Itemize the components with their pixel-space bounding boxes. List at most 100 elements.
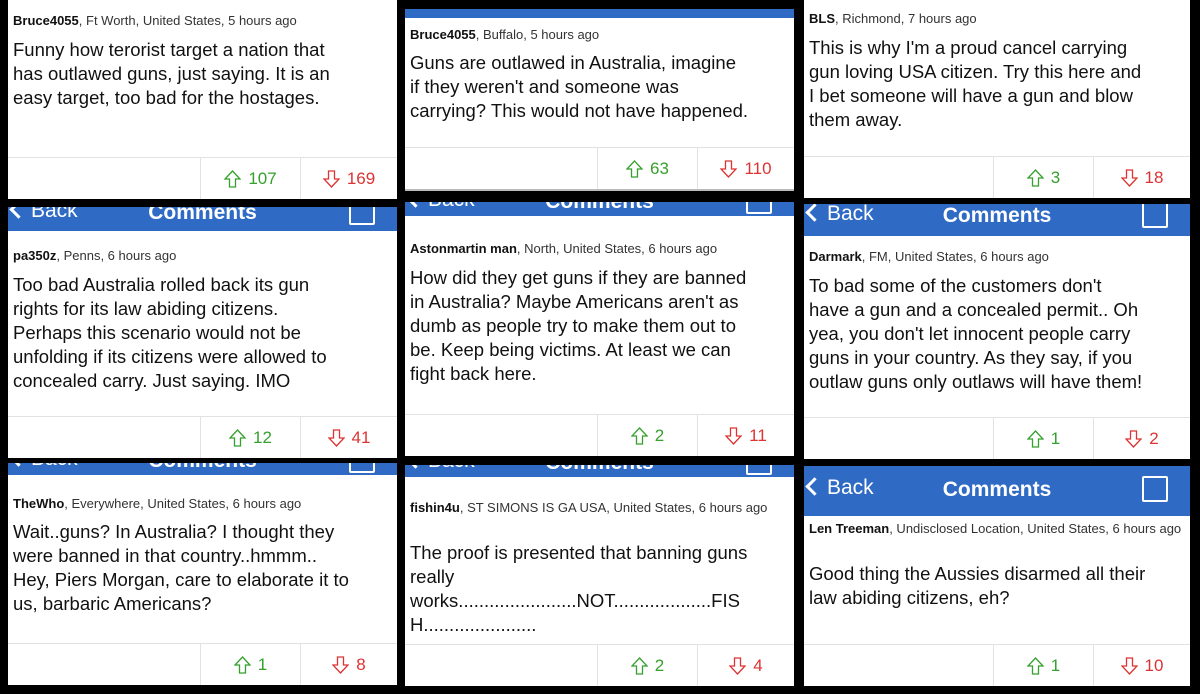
upvote-button[interactable]: 107 — [200, 158, 300, 199]
comment-card-7: Back Comments TheWho, Everywhere, United… — [8, 463, 397, 685]
back-button[interactable]: Back — [805, 476, 874, 500]
comment-text: How did they get guns if they are banned… — [410, 267, 747, 384]
divider — [405, 189, 794, 191]
upvote-button[interactable]: 12 — [200, 417, 300, 458]
compose-icon[interactable] — [746, 202, 772, 214]
arrow-down-icon — [720, 159, 738, 178]
back-button[interactable]: Back — [805, 204, 874, 226]
nav-title: Comments — [148, 463, 257, 473]
downvote-button[interactable]: 2 — [1093, 418, 1190, 459]
comment-username[interactable]: Bruce4055 — [410, 27, 476, 42]
navbar: Back Comments — [405, 465, 794, 477]
arrow-up-icon — [630, 656, 648, 675]
comment-username[interactable]: Len Treeman — [809, 521, 889, 536]
comment-card-2: Bruce4055, Buffalo, 5 hours ago Guns are… — [405, 9, 794, 191]
compose-icon[interactable] — [1142, 204, 1168, 228]
upvote-button[interactable]: 2 — [597, 645, 697, 686]
compose-icon[interactable] — [349, 463, 375, 473]
comment-meta: Bruce4055, Buffalo, 5 hours ago — [410, 27, 600, 42]
arrow-up-icon — [1026, 168, 1044, 187]
downvote-button[interactable]: 110 — [697, 148, 794, 189]
vote-bar: 107 169 — [8, 157, 397, 199]
comment-meta: fishin4u, ST SIMONS IS GA USA, United St… — [410, 500, 768, 515]
downvote-button[interactable]: 41 — [300, 417, 397, 458]
downvote-button[interactable]: 11 — [697, 415, 794, 456]
chevron-left-icon — [406, 202, 425, 208]
navbar: Back Comments — [405, 202, 794, 216]
back-button[interactable]: Back — [406, 202, 475, 212]
navbar: Back Comments — [8, 463, 397, 475]
comment-username[interactable]: Darmark — [809, 249, 862, 264]
upvote-button[interactable]: 3 — [993, 157, 1093, 198]
arrow-down-icon — [725, 426, 743, 445]
upvote-button[interactable]: 1 — [993, 645, 1093, 686]
vote-bar: 2 4 — [405, 644, 794, 686]
arrow-down-icon — [327, 428, 345, 447]
back-button[interactable]: Back — [9, 207, 78, 223]
nav-title: Comments — [942, 478, 1052, 501]
comment-username[interactable]: pa350z — [13, 248, 56, 263]
downvote-button[interactable]: 18 — [1093, 157, 1190, 198]
arrow-up-icon — [233, 655, 251, 674]
downvote-button[interactable]: 8 — [300, 644, 397, 685]
comment-meta: Astonmartin man, North, United States, 6… — [410, 241, 718, 256]
comment-username[interactable]: Bruce4055 — [13, 13, 79, 28]
chevron-left-icon — [805, 204, 824, 222]
comment-card-4: Back Comments pa350z, Penns, 6 hours ago… — [8, 207, 397, 458]
comment-username[interactable]: TheWho — [13, 496, 64, 511]
navbar: Back Comments — [804, 204, 1190, 236]
upvote-button[interactable]: 1 — [993, 418, 1093, 459]
nav-title: Comments — [942, 204, 1052, 227]
vote-bar: 1 2 — [804, 417, 1190, 459]
back-button[interactable]: Back — [406, 465, 475, 473]
comment-text: Funny how terorist target a nation that h… — [13, 39, 330, 108]
comment-meta: BLS, Richmond, 7 hours ago — [809, 11, 977, 26]
back-button[interactable]: Back — [9, 463, 78, 471]
downvote-button[interactable]: 169 — [300, 158, 397, 199]
comment-meta: Bruce4055, Ft Worth, United States, 5 ho… — [13, 13, 297, 28]
arrow-up-icon — [1026, 656, 1044, 675]
chevron-left-icon — [9, 207, 28, 219]
comment-meta: pa350z, Penns, 6 hours ago — [13, 248, 177, 263]
comment-text: To bad some of the customers don't have a… — [809, 275, 1143, 392]
compose-icon[interactable] — [349, 207, 375, 225]
comment-text: The proof is presented that banning guns… — [410, 542, 748, 635]
arrow-down-icon — [1120, 168, 1138, 187]
comment-meta: Darmark, FM, United States, 6 hours ago — [809, 249, 1049, 264]
upvote-button[interactable]: 63 — [597, 148, 697, 189]
comment-username[interactable]: BLS — [809, 11, 835, 26]
comment-username[interactable]: fishin4u — [410, 500, 460, 515]
arrow-down-icon — [1120, 656, 1138, 675]
compose-icon[interactable] — [746, 465, 772, 475]
comment-text: Wait..guns? In Australia? I thought they… — [13, 521, 349, 614]
comment-text: Too bad Australia rolled back its gun rig… — [13, 274, 327, 391]
comment-text: This is why I'm a proud cancel carrying g… — [809, 37, 1142, 130]
vote-bar: 12 41 — [8, 416, 397, 458]
arrow-down-icon — [332, 655, 350, 674]
vote-bar: 3 18 — [804, 156, 1190, 198]
vote-bar: 2 11 — [405, 414, 794, 456]
arrow-up-icon — [630, 426, 648, 445]
comment-username[interactable]: Astonmartin man — [410, 241, 517, 256]
upvote-button[interactable]: 1 — [200, 644, 300, 685]
chevron-left-icon — [406, 465, 425, 469]
downvote-button[interactable]: 4 — [697, 645, 794, 686]
comment-card-1: Bruce4055, Ft Worth, United States, 5 ho… — [8, 0, 397, 199]
compose-icon[interactable] — [1142, 476, 1168, 502]
navbar — [405, 9, 794, 18]
nav-title: Comments — [545, 465, 654, 475]
chevron-left-icon — [805, 477, 824, 496]
comment-card-5: Back Comments Astonmartin man, North, Un… — [405, 202, 794, 456]
comment-text: Guns are outlawed in Australia, imagine i… — [410, 52, 749, 121]
downvote-button[interactable]: 10 — [1093, 645, 1190, 686]
comment-card-9: Back Comments Len Treeman, Undisclosed L… — [804, 466, 1190, 686]
nav-title: Comments — [545, 202, 654, 214]
vote-bar: 1 10 — [804, 644, 1190, 686]
arrow-down-icon — [1125, 429, 1143, 448]
comment-text: Good thing the Aussies disarmed all thei… — [809, 563, 1146, 608]
nav-title: Comments — [148, 207, 257, 224]
upvote-button[interactable]: 2 — [597, 415, 697, 456]
navbar: Back Comments — [8, 207, 397, 231]
arrow-down-icon — [322, 169, 340, 188]
comment-card-3: BLS, Richmond, 7 hours ago This is why I… — [804, 0, 1190, 198]
